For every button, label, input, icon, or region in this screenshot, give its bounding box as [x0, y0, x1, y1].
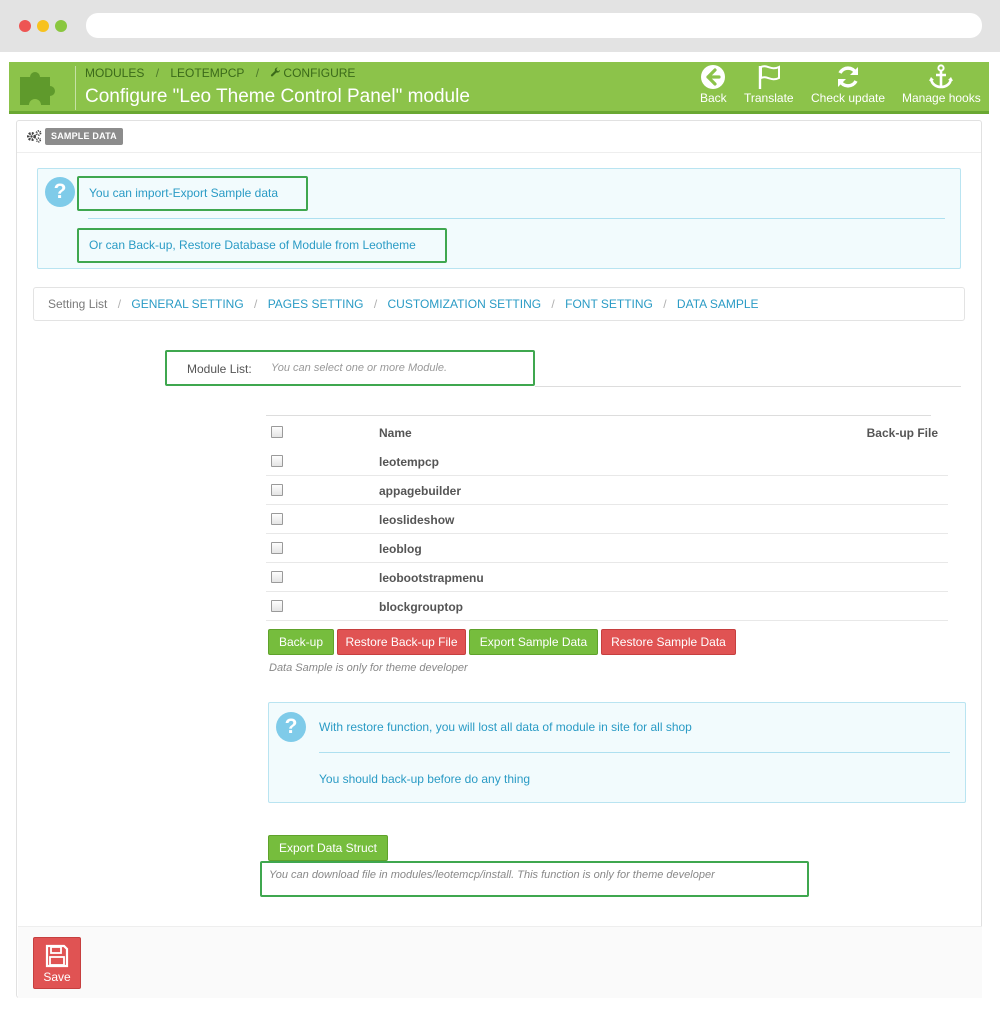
breadcrumb-modules[interactable]: MODULES	[85, 66, 144, 80]
breadcrumb-configure: CONFIGURE	[283, 66, 356, 80]
table-header-row: Name Back-up File	[266, 418, 948, 447]
setting-list-label: Setting List	[48, 297, 108, 311]
back-label: Back	[700, 91, 727, 105]
breadcrumb-separator: /	[155, 66, 160, 80]
info-divider	[319, 752, 950, 753]
export-sample-button[interactable]: Export Sample Data	[469, 629, 598, 655]
question-icon: ?	[276, 712, 306, 742]
translate-label: Translate	[744, 91, 794, 105]
info-backup-advice: You should back-up before do any thing	[319, 772, 531, 786]
nav-separator: /	[117, 297, 122, 311]
table-row: leoslideshow	[266, 505, 948, 534]
column-backup-file: Back-up File	[866, 426, 938, 440]
wrench-icon	[271, 67, 281, 77]
row-checkbox[interactable]	[271, 455, 283, 467]
translate-button[interactable]: Translate	[744, 64, 794, 105]
restore-backup-button[interactable]: Restore Back-up File	[337, 629, 466, 655]
nav-data-sample[interactable]: DATA SAMPLE	[677, 297, 759, 311]
config-panel: SAMPLE DATA ? You can import-Export Samp…	[16, 120, 982, 998]
window-close-dot[interactable]	[19, 20, 31, 32]
nav-separator: /	[373, 297, 378, 311]
backup-button[interactable]: Back-up	[268, 629, 334, 655]
nav-customization-setting[interactable]: CUSTOMIZATION SETTING	[388, 297, 542, 311]
table-row: blockgrouptop	[266, 592, 948, 621]
refresh-icon	[838, 66, 859, 88]
sample-data-badge: SAMPLE DATA	[45, 128, 123, 145]
nav-separator: /	[663, 297, 667, 311]
highlight-box	[260, 861, 809, 897]
module-name: leotempcp	[379, 455, 440, 469]
manage-hooks-label: Manage hooks	[902, 91, 981, 105]
module-name: leobootstrapmenu	[379, 571, 484, 585]
nav-font-setting[interactable]: FONT SETTING	[565, 297, 653, 311]
browser-chrome	[0, 0, 1000, 52]
restore-sample-button[interactable]: Restore Sample Data	[601, 629, 736, 655]
setting-list-nav: Setting List / GENERAL SETTING / PAGES S…	[33, 287, 965, 321]
table-row: leotempcp	[266, 447, 948, 476]
breadcrumb: MODULES / LEOTEMPCP / CONFIGURE	[85, 66, 363, 80]
check-update-label: Check update	[811, 91, 886, 105]
save-label: Save	[43, 970, 71, 984]
check-update-button[interactable]: Check update	[811, 64, 885, 105]
manage-hooks-button[interactable]: Manage hooks	[902, 64, 981, 105]
column-name: Name	[379, 426, 412, 440]
module-list-underline	[535, 386, 961, 387]
data-sample-hint: Data Sample is only for theme developer	[269, 662, 468, 674]
address-bar[interactable]	[86, 13, 982, 38]
breadcrumb-leotempcp[interactable]: LEOTEMPCP	[170, 66, 244, 80]
page-title: Configure "Leo Theme Control Panel" modu…	[85, 86, 470, 107]
info-divider	[88, 218, 945, 219]
table-row: leobootstrapmenu	[266, 563, 948, 592]
module-name: appagebuilder	[379, 484, 462, 498]
page: MODULES / LEOTEMPCP / CONFIGURE Configur…	[0, 52, 1000, 1011]
flag-icon	[758, 65, 780, 89]
highlight-box	[77, 176, 308, 211]
back-arrow-icon	[701, 65, 726, 89]
highlight-box	[77, 228, 447, 263]
breadcrumb-separator: /	[255, 66, 260, 80]
back-button[interactable]: Back	[700, 64, 727, 105]
select-all-checkbox[interactable]	[271, 426, 283, 438]
row-checkbox[interactable]	[271, 484, 283, 496]
page-header: MODULES / LEOTEMPCP / CONFIGURE Configur…	[9, 62, 989, 114]
row-checkbox[interactable]	[271, 513, 283, 525]
row-checkbox[interactable]	[271, 600, 283, 612]
puzzle-icon	[20, 72, 55, 105]
window-minimize-dot[interactable]	[37, 20, 49, 32]
anchor-icon	[929, 64, 954, 89]
module-name: blockgrouptop	[379, 600, 463, 614]
info-restore-warning: With restore function, you will lost all…	[319, 720, 692, 734]
nav-separator: /	[551, 297, 555, 311]
nav-separator: /	[254, 297, 258, 311]
table-row: leoblog	[266, 534, 948, 563]
nav-pages-setting[interactable]: PAGES SETTING	[268, 297, 364, 311]
cogs-icon	[26, 130, 42, 143]
table-row: appagebuilder	[266, 476, 948, 505]
window-maximize-dot[interactable]	[55, 20, 67, 32]
info-alert-bottom: ? With restore function, you will lost a…	[268, 702, 966, 803]
floppy-disk-icon	[45, 944, 69, 968]
export-data-struct-button[interactable]: Export Data Struct	[268, 835, 388, 861]
module-name: leoblog	[379, 542, 422, 556]
module-name: leoslideshow	[379, 513, 455, 527]
nav-general-setting[interactable]: GENERAL SETTING	[131, 297, 243, 311]
header-divider	[75, 66, 76, 110]
panel-heading: SAMPLE DATA	[17, 121, 981, 153]
save-button[interactable]: Save	[33, 937, 81, 989]
highlight-box	[165, 350, 535, 386]
question-icon: ?	[45, 177, 75, 207]
row-checkbox[interactable]	[271, 542, 283, 554]
table-top-border	[266, 415, 931, 416]
panel-footer: Save	[18, 926, 982, 998]
row-checkbox[interactable]	[271, 571, 283, 583]
